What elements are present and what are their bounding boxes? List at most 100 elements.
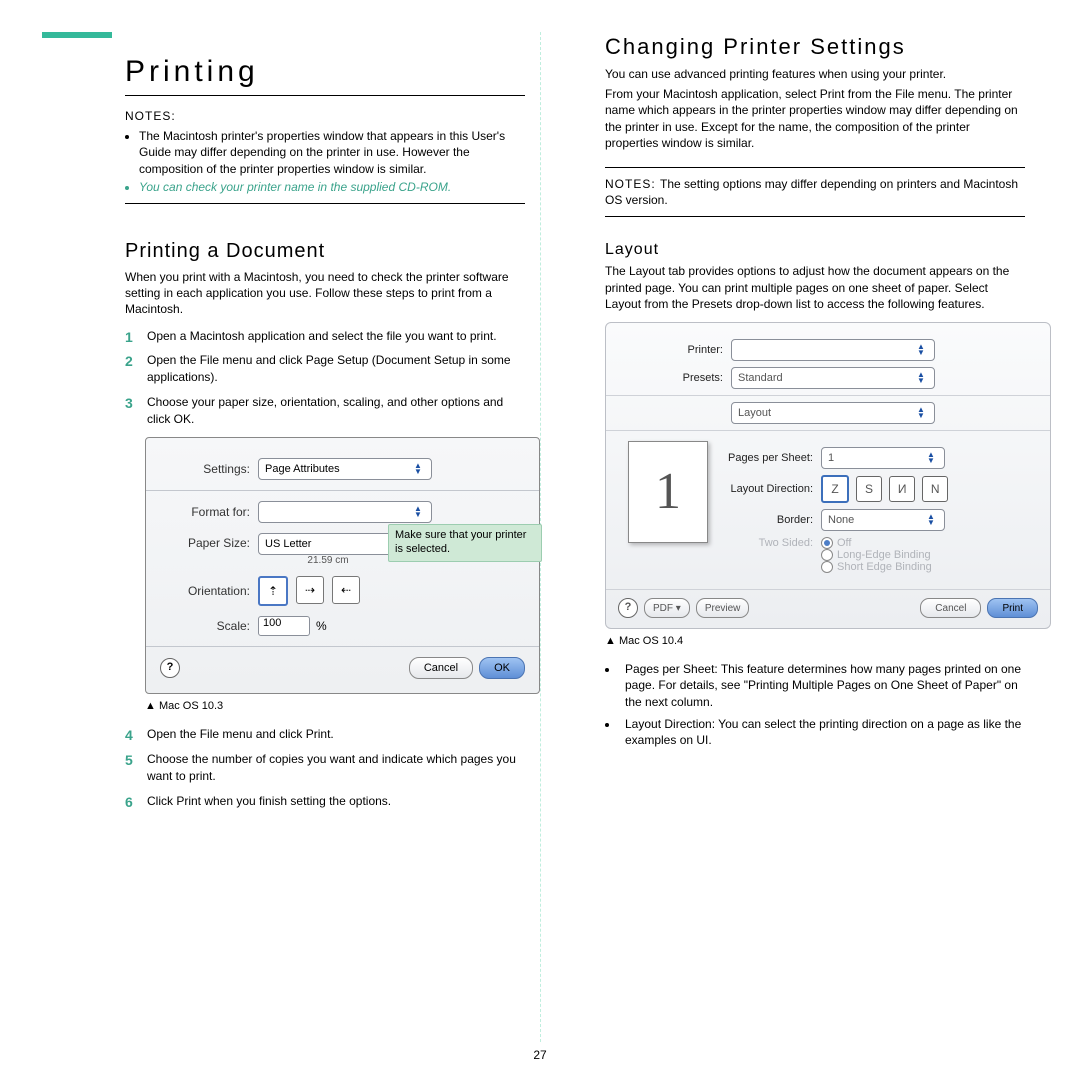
format-for-select[interactable]: ▲▼ [258,501,432,523]
pages-per-sheet-select[interactable]: 1 ▲▼ [821,447,945,469]
label-paper-size: Paper Size: [160,533,250,550]
label-presets: Presets: [618,372,723,384]
page-preview: 1 [628,441,708,543]
person-rot-icon: ⇢ [305,583,315,597]
radio-long-edge[interactable] [821,549,833,561]
rule [125,203,525,204]
cancel-button[interactable]: Cancel [920,598,981,618]
feature-layout-direction: Layout Direction: You can select the pri… [619,716,1025,748]
orientation-landscape-left[interactable]: ⇢ [296,576,324,604]
select-arrows-icon: ▲▼ [914,370,928,386]
pane-select[interactable]: Layout ▲▼ [731,402,935,424]
radio-short-edge[interactable] [821,561,833,573]
step-5: Choose the number of copies you want and… [125,751,525,785]
label-settings: Settings: [160,462,250,476]
layout-dir-1[interactable]: Z [821,475,849,503]
select-arrows-icon: ▲▼ [914,405,928,421]
heading-layout: Layout [605,241,1025,259]
person-rot-icon: ⇠ [341,583,351,597]
layout-dir-4[interactable]: N [922,476,948,502]
help-button[interactable]: ? [160,658,180,678]
scale-value: 100 [263,617,281,629]
page-setup-dialog: Settings: Page Attributes ▲▼ Format for:… [145,437,540,694]
cancel-button[interactable]: Cancel [409,657,473,679]
heading-changing-printer-settings: Changing Printer Settings [605,34,1025,60]
settings-select[interactable]: Page Attributes ▲▼ [258,458,432,480]
label-format-for: Format for: [160,505,250,519]
select-arrows-icon: ▲▼ [924,450,938,466]
label-border: Border: [718,514,813,526]
settings-value: Page Attributes [265,463,340,475]
printer-select[interactable]: ▲▼ [731,339,935,361]
two-sided-group: Off Long-Edge Binding Short Edge Binding [821,537,932,573]
notes-heading: NOTES: [125,108,525,124]
printing-doc-intro: When you print with a Macintosh, you nee… [125,269,525,318]
subheading-printing-doc: Printing a Document [125,240,525,263]
rule [606,395,1050,396]
orientation-group: ⇡ ⇢ ⇠ [258,576,360,606]
notes-label: NOTES: [605,177,660,191]
label-pages-per-sheet: Pages per Sheet: [718,452,813,464]
step-1: Open a Macintosh application and select … [125,328,525,345]
caption-macos-104: ▲ Mac OS 10.4 [605,635,1025,647]
layout-intro: The Layout tab provides options to adjus… [605,263,1025,312]
person-icon: ⇡ [268,584,278,598]
notes-text: The setting options may differ depending… [605,177,1018,207]
scale-unit: % [316,619,327,633]
scale-input[interactable]: 100 [258,616,310,636]
help-button[interactable]: ? [618,598,638,618]
rule [606,589,1050,590]
preview-button[interactable]: Preview [696,598,750,618]
label-scale: Scale: [160,619,250,633]
pps-value: 1 [828,452,834,464]
border-select[interactable]: None ▲▼ [821,509,945,531]
radio-off[interactable] [821,537,833,549]
pdf-button[interactable]: PDF ▾ [644,598,690,618]
ok-button[interactable]: OK [479,657,525,679]
rule [146,646,539,647]
select-arrows-icon: ▲▼ [924,512,938,528]
steps-1-3: Open a Macintosh application and select … [125,328,525,428]
presets-select[interactable]: Standard ▲▼ [731,367,935,389]
label-orientation: Orientation: [160,584,250,598]
note-item-cdrom: You can check your printer name in the s… [139,179,525,195]
layout-dir-3[interactable]: И [889,476,915,502]
label-layout-direction: Layout Direction: [718,483,813,495]
cps-p1: You can use advanced printing features w… [605,66,1025,82]
step-3: Choose your paper size, orientation, sca… [125,394,525,428]
notes-box: NOTES: The setting options may differ de… [605,167,1025,217]
steps-4-6: Open the File menu and click Print. Choo… [125,726,525,809]
orientation-portrait[interactable]: ⇡ [258,576,288,606]
notes-label: NOTES: [125,109,176,123]
feature-pages-per-sheet: Pages per Sheet: This feature determines… [619,661,1025,710]
rule [125,95,525,96]
presets-value: Standard [738,372,783,384]
select-arrows-icon: ▲▼ [914,342,928,358]
step-4: Open the File menu and click Print. [125,726,525,743]
accent-bar [42,32,112,38]
layout-direction-group: Z S И N [821,475,952,503]
orientation-landscape-right[interactable]: ⇠ [332,576,360,604]
print-layout-dialog: Printer: ▲▼ Presets: Standard ▲▼ [605,322,1051,629]
notes-list: The Macintosh printer's properties windo… [125,128,525,195]
section-title-printing: Printing [125,55,525,89]
paper-dimensions: 21.59 cm [258,555,398,566]
print-button[interactable]: Print [987,598,1038,618]
layout-feature-list: Pages per Sheet: This feature determines… [605,661,1025,748]
step-2: Open the File menu and click Page Setup … [125,352,525,386]
caption-macos-103: ▲ Mac OS 10.3 [145,700,525,712]
select-arrows-icon: ▲▼ [411,461,425,477]
select-arrows-icon: ▲▼ [411,504,425,520]
paper-size-value: US Letter [265,538,311,550]
rule [606,430,1050,431]
border-value: None [828,514,854,526]
callout-printer-selected: Make sure that your printer is selected. [388,524,542,562]
pane-value: Layout [738,407,771,419]
step-6: Click Print when you finish setting the … [125,793,525,810]
label-two-sided: Two Sided: [718,537,813,549]
page-number: 27 [0,1048,1080,1062]
cps-p2: From your Macintosh application, select … [605,86,1025,151]
layout-dir-2[interactable]: S [856,476,882,502]
note-item: The Macintosh printer's properties windo… [139,128,525,177]
label-printer: Printer: [618,344,723,356]
